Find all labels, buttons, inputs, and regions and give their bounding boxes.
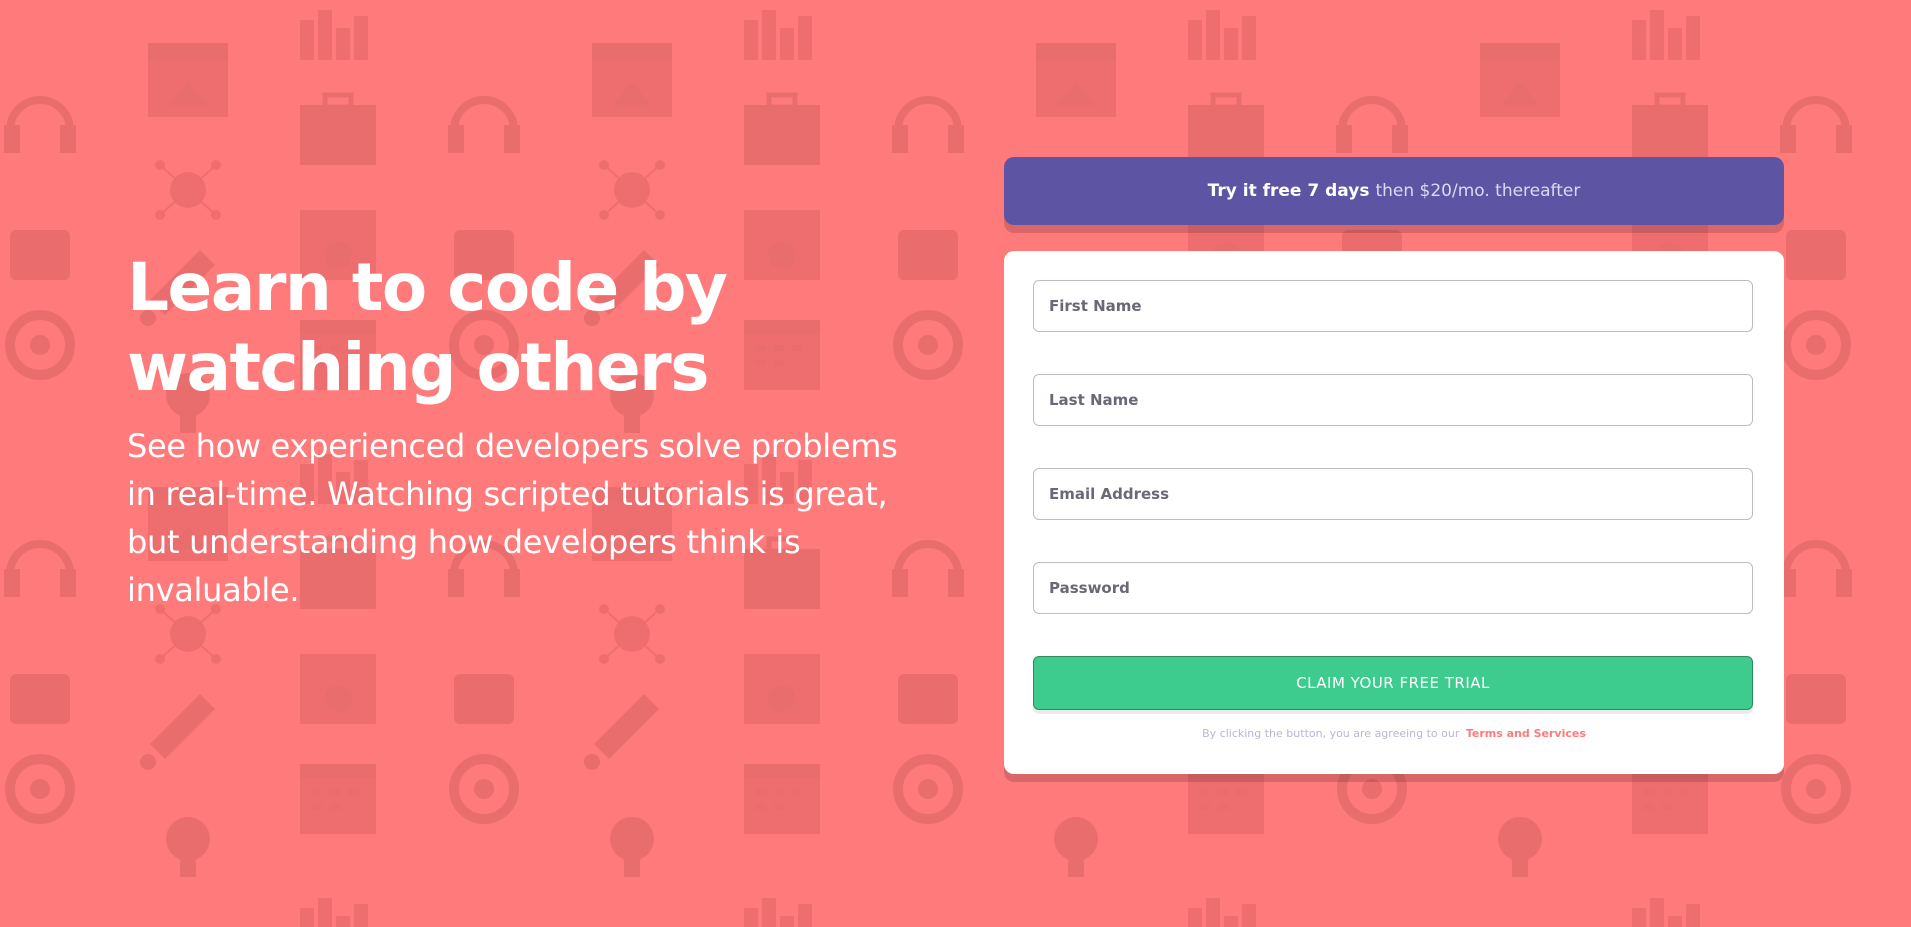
terms-note: By clicking the button, you are agreeing… <box>1004 727 1784 740</box>
terms-link[interactable]: Terms and Services <box>1466 727 1586 740</box>
terms-text: By clicking the button, you are agreeing… <box>1202 727 1460 740</box>
first-name-input[interactable] <box>1047 296 1739 316</box>
first-name-field[interactable] <box>1033 280 1753 332</box>
password-field[interactable] <box>1033 562 1753 614</box>
claim-trial-button[interactable]: CLAIM YOUR FREE TRIAL <box>1033 656 1753 710</box>
email-field[interactable] <box>1033 468 1753 520</box>
hero-section: Learn to code by watching others See how… <box>127 248 927 614</box>
hero-title: Learn to code by watching others <box>127 249 728 406</box>
signup-form: CLAIM YOUR FREE TRIAL By clicking the bu… <box>1004 251 1784 774</box>
last-name-field[interactable] <box>1033 374 1753 426</box>
trial-banner: Try it free 7 days then $20/mo. thereaft… <box>1004 157 1784 225</box>
trial-banner-strong: Try it free 7 days <box>1207 181 1370 201</box>
last-name-input[interactable] <box>1047 390 1739 410</box>
email-input[interactable] <box>1047 484 1739 504</box>
hero-description: See how experienced developers solve pro… <box>127 427 898 609</box>
password-input[interactable] <box>1047 578 1739 598</box>
trial-banner-rest: then $20/mo. thereafter <box>1375 181 1581 201</box>
